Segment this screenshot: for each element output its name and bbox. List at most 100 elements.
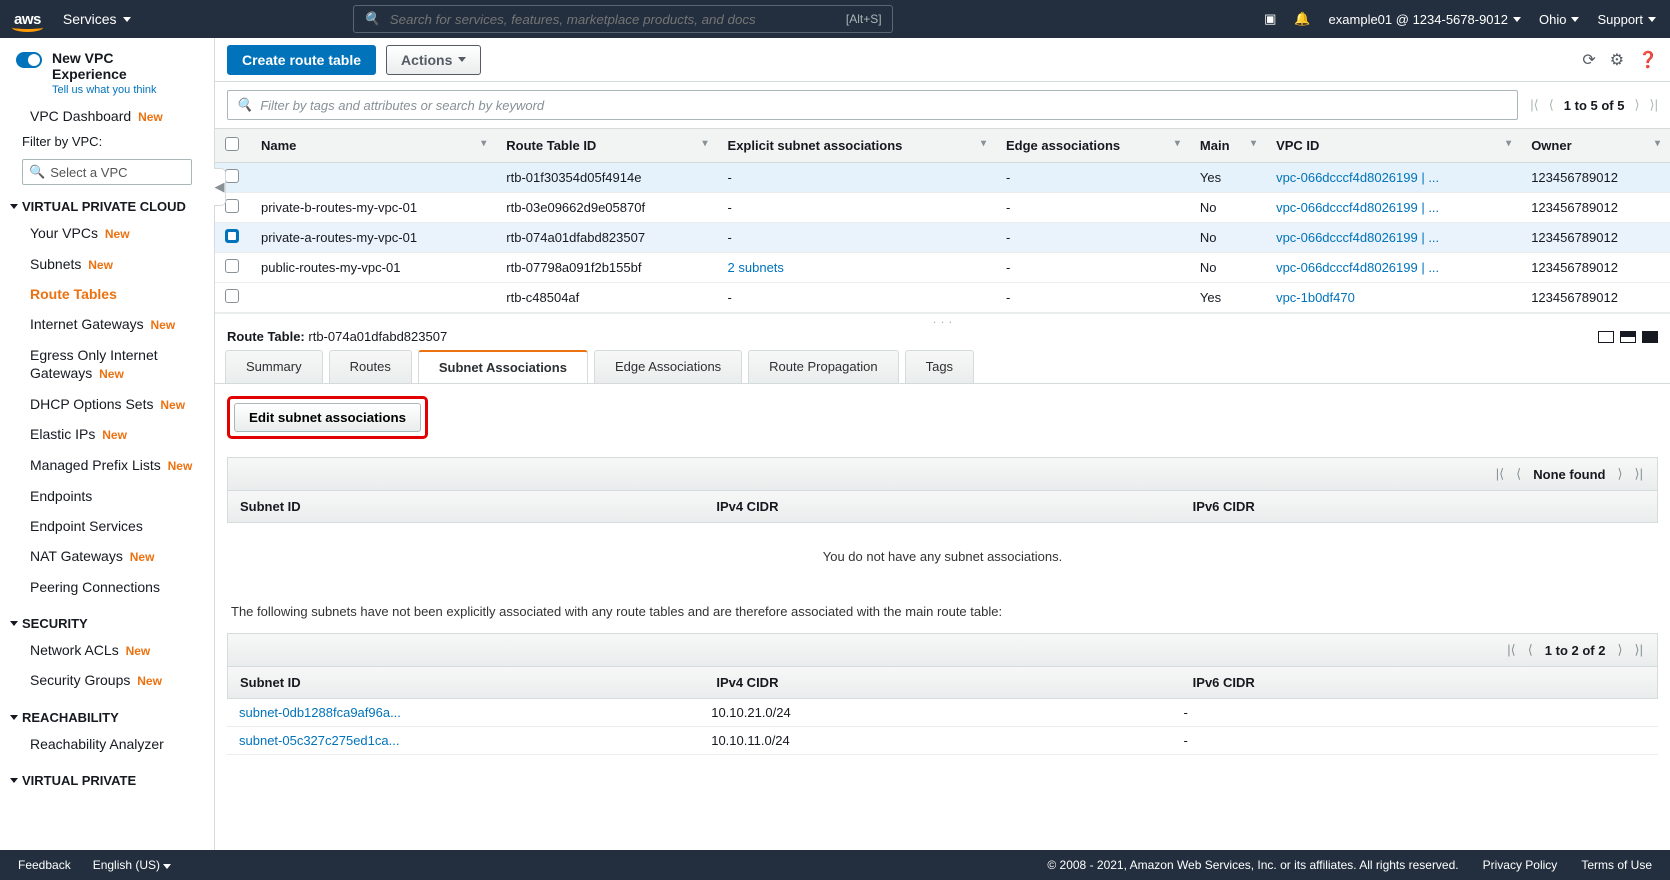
row-checkbox[interactable] (225, 169, 239, 183)
vpc-link[interactable]: vpc-1b0df470 (1276, 290, 1355, 305)
sidebar-item[interactable]: Internet Gateways New (0, 309, 208, 340)
column-header: Subnet ID (228, 491, 704, 522)
vpc-select[interactable]: 🔍Select a VPC (22, 159, 192, 185)
subnet-link[interactable]: subnet-05c327c275ed1ca... (239, 733, 399, 748)
search-icon: 🔍 (364, 11, 380, 27)
column-header[interactable]: Edge associations▾ (996, 129, 1190, 163)
settings-icon[interactable]: ⚙ (1610, 50, 1624, 70)
sidebar-item[interactable]: Managed Prefix Lists New (0, 450, 208, 481)
row-checkbox[interactable] (225, 259, 239, 273)
sidebar: ◀ New VPC Experience Tell us what you th… (0, 38, 215, 850)
column-header[interactable]: Main▾ (1190, 129, 1266, 163)
footer-feedback[interactable]: Feedback (18, 858, 71, 872)
sidebar-item[interactable]: Network ACLs New (0, 635, 208, 666)
actions-menu-button[interactable]: Actions (386, 45, 481, 75)
page-next-icon[interactable]: ⟩ (1617, 466, 1622, 482)
empty-message: You do not have any subnet associations. (227, 523, 1658, 590)
region-menu[interactable]: Ohio (1539, 12, 1579, 27)
sidebar-vpc-dashboard[interactable]: VPC Dashboard New (30, 108, 163, 124)
table-row[interactable]: subnet-0db1288fca9af96a...10.10.21.0/24- (227, 699, 1658, 727)
table-row[interactable]: private-a-routes-my-vpc-01rtb-074a01dfab… (215, 223, 1670, 253)
sidebar-item[interactable]: Elastic IPs New (0, 419, 208, 450)
layout-split-icon[interactable] (1598, 331, 1614, 343)
page-last-icon[interactable]: ⟩| (1635, 642, 1643, 658)
column-header[interactable]: Route Table ID▾ (496, 129, 717, 163)
sidebar-item[interactable]: Peering Connections (0, 572, 208, 602)
vpc-link[interactable]: vpc-066dcccf4d8026199 | ... (1276, 230, 1439, 245)
page-next-icon[interactable]: ⟩ (1617, 642, 1622, 658)
row-checkbox[interactable] (225, 199, 239, 213)
footer-privacy[interactable]: Privacy Policy (1483, 858, 1558, 872)
vpc-link[interactable]: vpc-066dcccf4d8026199 | ... (1276, 260, 1439, 275)
row-checkbox[interactable] (225, 289, 239, 303)
sidebar-item[interactable]: Endpoints (0, 481, 208, 511)
help-icon[interactable]: ❓ (1638, 50, 1658, 70)
page-prev-icon[interactable]: ⟨ (1549, 97, 1554, 113)
sidebar-item[interactable]: DHCP Options Sets New (0, 389, 208, 420)
page-first-icon[interactable]: |⟨ (1507, 642, 1515, 658)
sidebar-collapse-handle[interactable]: ◀ (214, 168, 226, 206)
filter-input[interactable]: 🔍Filter by tags and attributes or search… (227, 90, 1518, 120)
feedback-link[interactable]: Tell us what you think (52, 84, 192, 96)
refresh-icon[interactable]: ⟳ (1582, 50, 1595, 70)
table-row[interactable]: subnet-05c327c275ed1ca...10.10.11.0/24- (227, 727, 1658, 755)
notifications-icon[interactable]: 🔔 (1294, 11, 1310, 27)
vpc-link[interactable]: vpc-066dcccf4d8026199 | ... (1276, 170, 1439, 185)
cloudshell-icon[interactable]: ▣ (1264, 11, 1276, 27)
aws-logo[interactable]: aws (14, 11, 41, 28)
row-checkbox[interactable] (225, 229, 239, 243)
tab[interactable]: Routes (329, 350, 412, 384)
nav-group-header[interactable]: VIRTUAL PRIVATE CLOUD (0, 195, 208, 218)
details-title: Route Table: (227, 329, 305, 344)
page-last-icon[interactable]: ⟩| (1635, 466, 1643, 482)
table-row[interactable]: public-routes-my-vpc-01rtb-07798a091f2b1… (215, 253, 1670, 283)
table-row[interactable]: private-b-routes-my-vpc-01rtb-03e09662d9… (215, 193, 1670, 223)
new-experience-toggle[interactable] (16, 52, 42, 68)
tab[interactable]: Summary (225, 350, 323, 384)
services-menu[interactable]: Services (63, 11, 131, 27)
account-menu[interactable]: example01 @ 1234-5678-9012 (1329, 12, 1521, 27)
edit-subnet-associations-button[interactable]: Edit subnet associations (234, 403, 421, 432)
sidebar-item[interactable]: Your VPCs New (0, 218, 208, 249)
nav-group-header[interactable]: REACHABILITY (0, 706, 208, 729)
page-last-icon[interactable]: ⟩| (1650, 97, 1658, 113)
sidebar-item[interactable]: Reachability Analyzer (0, 729, 208, 759)
page-first-icon[interactable]: |⟨ (1496, 466, 1504, 482)
support-menu[interactable]: Support (1597, 12, 1656, 27)
sidebar-item[interactable]: Egress Only Internet Gateways New (0, 340, 208, 389)
column-header[interactable]: Owner▾ (1521, 129, 1670, 163)
nav-group-header[interactable]: SECURITY (0, 612, 208, 635)
page-prev-icon[interactable]: ⟨ (1528, 642, 1533, 658)
create-route-table-button[interactable]: Create route table (227, 45, 376, 75)
pane-resize-handle[interactable]: · · · (215, 313, 1670, 323)
tab[interactable]: Subnet Associations (418, 350, 588, 384)
page-prev-icon[interactable]: ⟨ (1516, 466, 1521, 482)
sidebar-item[interactable]: Route Tables (0, 279, 208, 309)
page-next-icon[interactable]: ⟩ (1634, 97, 1639, 113)
sidebar-item[interactable]: Endpoint Services (0, 511, 208, 541)
pager-top: |⟨ ⟨ 1 to 5 of 5 ⟩ ⟩| (1530, 97, 1658, 113)
nav-group-header[interactable]: VIRTUAL PRIVATE (0, 769, 208, 792)
column-header[interactable]: Explicit subnet associations▾ (718, 129, 996, 163)
sidebar-item[interactable]: NAT Gateways New (0, 541, 208, 572)
tab[interactable]: Edge Associations (594, 350, 742, 384)
layout-full-icon[interactable] (1642, 331, 1658, 343)
layout-half-icon[interactable] (1620, 331, 1636, 343)
footer-language[interactable]: English (US) (93, 858, 172, 872)
global-search[interactable]: 🔍 [Alt+S] (353, 5, 893, 33)
subnet-link[interactable]: subnet-0db1288fca9af96a... (239, 705, 401, 720)
sidebar-item[interactable]: Subnets New (0, 249, 208, 280)
vpc-link[interactable]: vpc-066dcccf4d8026199 | ... (1276, 200, 1439, 215)
tab[interactable]: Tags (905, 350, 974, 384)
footer-terms[interactable]: Terms of Use (1581, 858, 1652, 872)
column-header[interactable]: Name▾ (251, 129, 496, 163)
search-input[interactable] (390, 12, 836, 27)
sidebar-item[interactable]: Security Groups New (0, 665, 208, 696)
select-all-checkbox[interactable] (225, 137, 239, 151)
column-header[interactable]: VPC ID▾ (1266, 129, 1521, 163)
tab[interactable]: Route Propagation (748, 350, 898, 384)
table-row[interactable]: rtb-01f30354d05f4914e--Yesvpc-066dcccf4d… (215, 163, 1670, 193)
table-row[interactable]: rtb-c48504af--Yesvpc-1b0df47012345678901… (215, 283, 1670, 313)
subnet-count-link[interactable]: 2 subnets (728, 260, 784, 275)
page-first-icon[interactable]: |⟨ (1530, 97, 1538, 113)
